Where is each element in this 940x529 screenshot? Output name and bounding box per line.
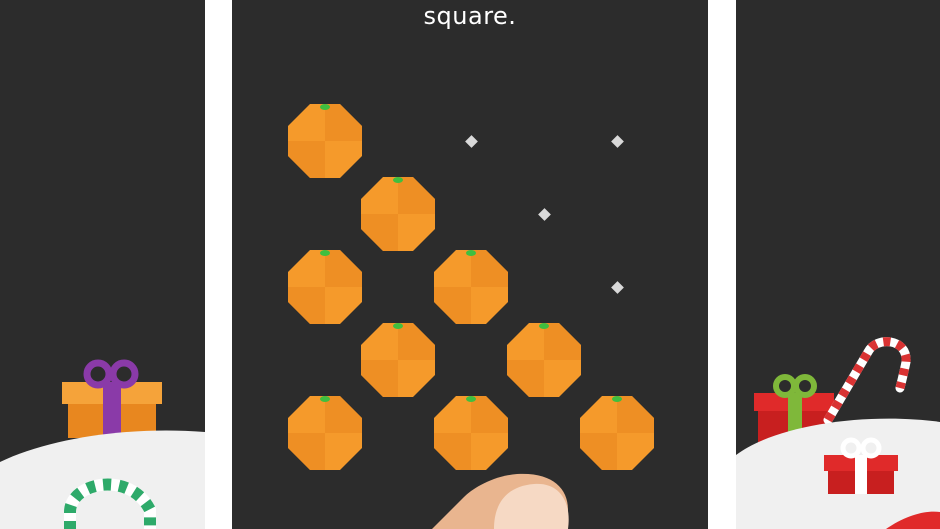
left-preview-panel xyxy=(0,0,205,529)
finger-layer xyxy=(232,0,708,529)
right-winter-scene xyxy=(736,0,940,529)
game-board-panel: square. xyxy=(232,0,708,529)
left-winter-scene xyxy=(0,0,205,529)
gift-box-icon xyxy=(62,359,162,438)
finger-pointer-icon xyxy=(432,473,569,529)
game-screen: square. xyxy=(0,0,940,529)
candy-cane-icon xyxy=(823,337,911,425)
right-preview-panel xyxy=(736,0,940,529)
